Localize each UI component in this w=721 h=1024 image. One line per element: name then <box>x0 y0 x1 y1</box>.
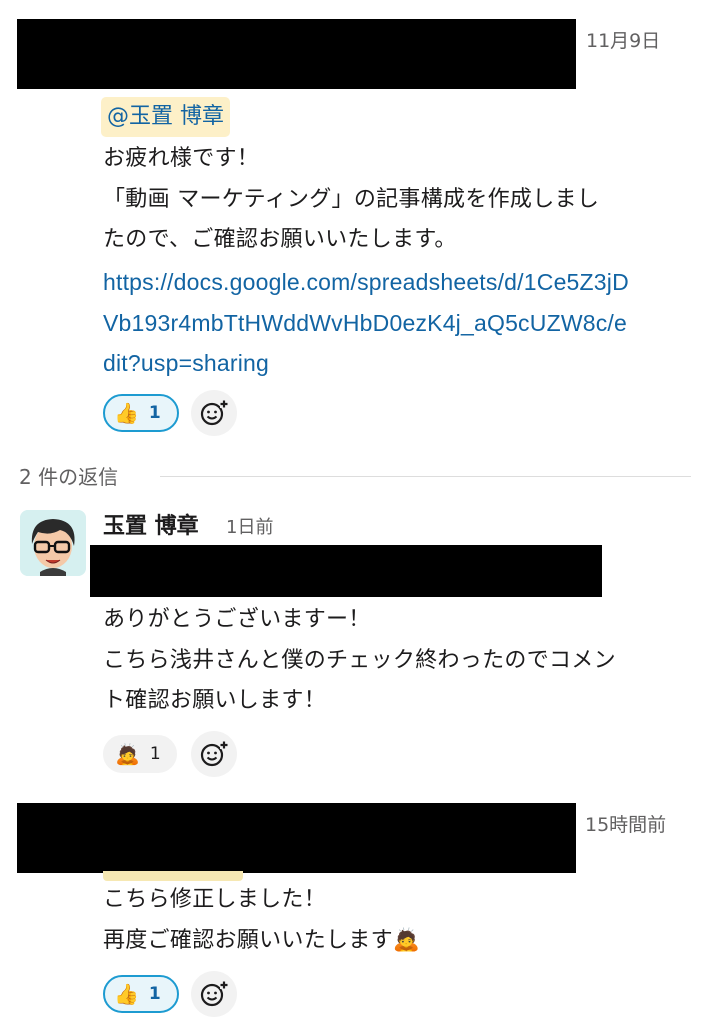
bowing-person-emoji: 🙇 <box>115 742 140 766</box>
spreadsheet-link[interactable]: https://docs.google.com/spreadsheets/d/1… <box>103 262 629 384</box>
add-reaction-icon <box>200 981 228 1007</box>
thumbs-up-emoji: 👍 <box>114 982 139 1006</box>
message-line: ト確認お願いします！ <box>103 688 327 713</box>
message-line: 「動画 マーケティング」の記事構成を作成しまし <box>103 186 600 212</box>
reaction-count: 1 <box>148 984 161 1004</box>
redacted-header <box>17 19 576 89</box>
add-reaction-button[interactable] <box>191 971 237 1017</box>
reply-timestamp: 15時間前 <box>585 814 667 836</box>
message-text: お疲れ様です！ 「動画 マーケティング」の記事構成を作成しまし たので、ご確認お… <box>103 139 599 261</box>
user-mention[interactable]: @玉置 博章 <box>101 97 230 137</box>
reply-author[interactable]: 玉置 博章 <box>103 508 199 540</box>
message-line: こちら浅井さんと僕のチェック終わったのでコメン <box>103 647 616 673</box>
redacted-header <box>17 803 576 873</box>
message-line: たので、ご確認お願いいたします。 <box>103 227 457 252</box>
reply-text: こちら修正しました！ 再度ご確認お願いいたします🙇 <box>103 880 421 961</box>
reaction-bow[interactable]: 🙇 1 <box>103 735 177 773</box>
link-line[interactable]: Vb193r4mbTtHWddWvHbD0ezK4j_aQ5cUZW8c/e <box>103 303 629 344</box>
divider <box>160 476 691 477</box>
message-line-with-emoji: 再度ご確認お願いいたします🙇 <box>103 921 421 962</box>
reply-text: ありがとうございますー！ こちら浅井さんと僕のチェック終わったのでコメン ト確認… <box>103 600 616 722</box>
avatar-illustration <box>20 510 86 576</box>
reaction-count: 1 <box>149 744 161 764</box>
message-line: 再度ご確認お願いいたします <box>103 927 393 953</box>
reply-timestamp: 1日前 <box>226 517 274 538</box>
message-line: こちら修正しました！ <box>103 887 327 912</box>
message-line: お疲れ様です！ <box>103 146 260 171</box>
add-reaction-button[interactable] <box>191 390 237 436</box>
reaction-count: 1 <box>148 403 161 423</box>
redacted-content <box>90 545 602 597</box>
reaction-thumbs-up[interactable]: 👍 1 <box>103 975 179 1013</box>
avatar[interactable] <box>20 510 86 576</box>
add-reaction-button[interactable] <box>191 731 237 777</box>
message-line: ありがとうございますー！ <box>103 607 371 632</box>
message-timestamp: 11月9日 <box>586 30 661 52</box>
bowing-person-emoji: 🙇 <box>392 927 421 953</box>
reaction-thumbs-up[interactable]: 👍 1 <box>103 394 179 432</box>
thumbs-up-emoji: 👍 <box>114 401 139 425</box>
link-line[interactable]: https://docs.google.com/spreadsheets/d/1… <box>103 262 629 303</box>
add-reaction-icon <box>200 741 228 767</box>
replies-count: 2 件の返信 <box>19 465 119 489</box>
link-line[interactable]: dit?usp=sharing <box>103 343 629 384</box>
add-reaction-icon <box>200 400 228 426</box>
